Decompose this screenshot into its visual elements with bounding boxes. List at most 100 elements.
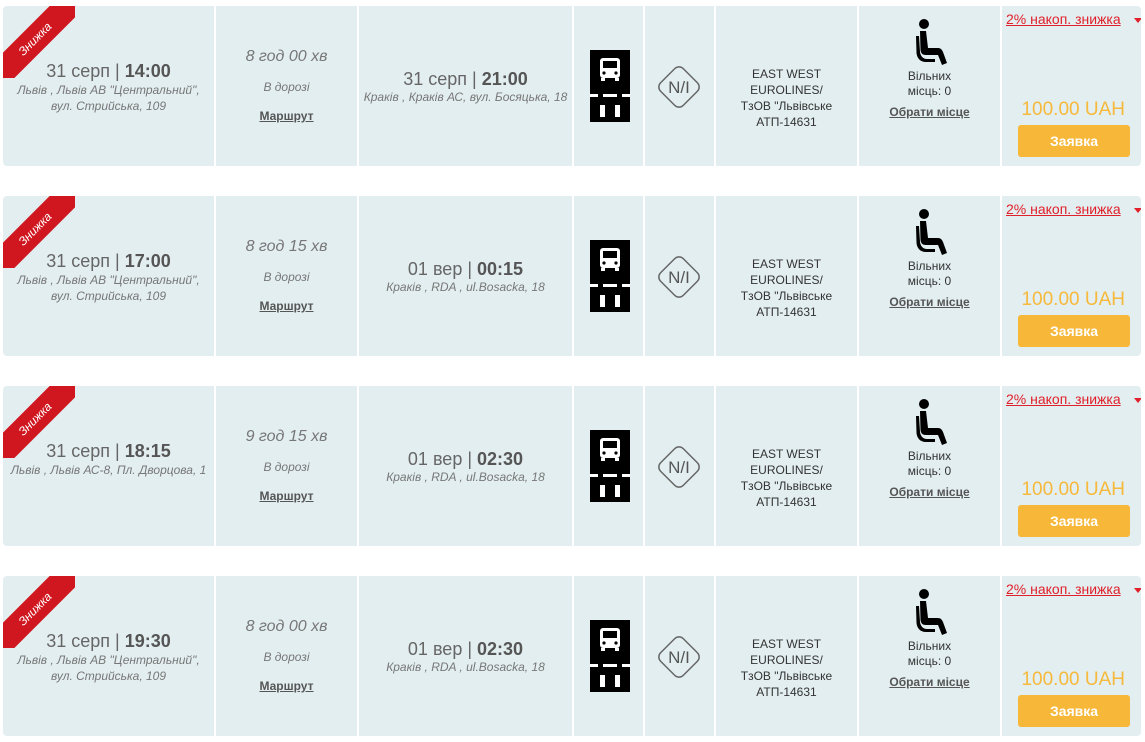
carrier-line: EAST WEST EUROLINES/ [750, 67, 823, 97]
in-transit-label: В дорозі [263, 270, 310, 284]
price: 100.00 UAH [1021, 479, 1125, 500]
departure-time: 17:00 [124, 251, 171, 271]
choose-seat-link[interactable]: Обрати місце [859, 675, 1000, 689]
departure-address: Львів , Львів АС-8, Пл. Дворцова, 1 [10, 463, 207, 477]
choose-seat-link[interactable]: Обрати місце [859, 295, 1000, 309]
seated-person-icon [915, 209, 947, 255]
arrival-date: 01 вер [407, 639, 463, 659]
arrival-datetime: 01 вер | 02:30 [407, 449, 524, 469]
cell-bus [574, 196, 643, 356]
route-link[interactable]: Маршрут [216, 109, 357, 123]
in-transit-label: В дорозі [263, 80, 310, 94]
cell-ni: N/I [645, 576, 714, 736]
trip-duration: 8 год 00 хв [245, 618, 328, 635]
arrival-time: 02:30 [477, 449, 524, 469]
cell-seat: Вільних місць: 0 Обрати місце [859, 386, 1000, 546]
cell-arr: 01 вер | 00:15 Краків , RDA , ul.Bosacka,… [359, 196, 572, 356]
caret-down-icon[interactable] [1134, 18, 1141, 23]
discount-dropdown[interactable]: 2% накоп. знижка [1006, 581, 1121, 597]
departure-time: 19:30 [124, 631, 171, 651]
order-button[interactable]: Заявка [1018, 315, 1130, 347]
arrival-time: 21:00 [481, 69, 528, 89]
cell-dep: Знижка 31 серп | 18:15 Львів , Львів АС-8,… [3, 386, 214, 546]
cell-dep: Знижка 31 серп | 19:30 Львів , Львів АВ "Ц… [3, 576, 214, 736]
trip-row: Знижка 31 серп | 14:00 Львів , Львів АВ "Ц… [3, 6, 1141, 166]
departure-date: 31 серп [46, 61, 111, 81]
arrival-address: Краків , Краків АС, вул. Босяцька, 18 [363, 90, 568, 104]
choose-seat-link[interactable]: Обрати місце [859, 105, 1000, 119]
caret-down-icon[interactable] [1134, 398, 1141, 403]
trip-row: Знижка 31 серп | 19:30 Львів , Львів АВ "Ц… [3, 576, 1141, 736]
cell-car: EAST WEST EUROLINES/ТзОВ "Львівське АТП-1… [716, 6, 857, 166]
cell-arr: 31 серп | 21:00 Краків , Краків АС, вул. … [359, 6, 572, 166]
trip-duration: 8 год 00 хв [245, 48, 328, 65]
choose-seat-link[interactable]: Обрати місце [859, 485, 1000, 499]
discount-dropdown[interactable]: 2% накоп. знижка [1006, 201, 1121, 217]
seated-person-icon [915, 19, 947, 65]
free-seats-value: місць: 0 [907, 654, 952, 668]
ni-diamond-icon: N/I [658, 446, 700, 488]
order-button[interactable]: Заявка [1018, 695, 1130, 727]
cell-bus [574, 6, 643, 166]
caret-down-icon[interactable] [1134, 588, 1141, 593]
cell-seat: Вільних місць: 0 Обрати місце [859, 576, 1000, 736]
caret-down-icon[interactable] [1134, 208, 1141, 213]
free-seats-label: Вільних [907, 639, 952, 653]
order-button[interactable]: Заявка [1018, 125, 1130, 157]
carrier-line: ТзОВ "Львівське [740, 289, 833, 303]
departure-date: 31 серп [46, 441, 111, 461]
carrier-line: АТП-14631 [756, 495, 817, 509]
departure-datetime: 31 серп | 17:00 [46, 251, 171, 271]
ni-label: N/I [668, 268, 690, 287]
order-button[interactable]: Заявка [1018, 505, 1130, 537]
arrival-address: Краків , RDA , ul.Bosacka, 18 [386, 470, 545, 484]
cell-price: 2% накоп. знижка 100.00 UAH Заявка [1002, 386, 1141, 546]
bus-road-icon [590, 50, 630, 122]
arrival-address: Краків , RDA , ul.Bosacka, 18 [386, 280, 545, 294]
departure-address: Львів , Львів АВ "Центральний", вул. Стр… [17, 273, 200, 303]
free-seats-value: місць: 0 [907, 274, 952, 288]
arrival-datetime: 01 вер | 02:30 [407, 639, 524, 659]
carrier-line: АТП-14631 [756, 305, 817, 319]
ni-label: N/I [668, 458, 690, 477]
route-link[interactable]: Маршрут [216, 679, 357, 693]
cell-car: EAST WEST EUROLINES/ТзОВ "Львівське АТП-1… [716, 386, 857, 546]
trip-duration: 8 год 15 хв [245, 238, 328, 255]
route-link[interactable]: Маршрут [216, 489, 357, 503]
cell-seat: Вільних місць: 0 Обрати місце [859, 6, 1000, 166]
trip-results-list: Знижка 31 серп | 14:00 Львів , Львів АВ "Ц… [0, 0, 1145, 742]
cell-ni: N/I [645, 6, 714, 166]
price: 100.00 UAH [1021, 669, 1125, 690]
bus-road-icon [590, 430, 630, 502]
trip-duration: 9 год 15 хв [245, 428, 328, 445]
cell-bus [574, 386, 643, 546]
discount-dropdown[interactable]: 2% накоп. знижка [1006, 391, 1121, 407]
discount-dropdown[interactable]: 2% накоп. знижка [1006, 11, 1121, 27]
carrier-name: EAST WEST EUROLINES/ТзОВ "Львівське АТП-1… [718, 636, 855, 700]
departure-address: Львів , Львів АВ "Центральний", вул. Стр… [17, 653, 200, 683]
route-link[interactable]: Маршрут [216, 299, 357, 313]
carrier-line: АТП-14631 [756, 685, 817, 699]
cell-price: 2% накоп. знижка 100.00 UAH Заявка [1002, 6, 1141, 166]
departure-date: 31 серп [46, 251, 111, 271]
seated-person-icon [915, 399, 947, 445]
ni-diamond-icon: N/I [658, 256, 700, 298]
cell-seat: Вільних місць: 0 Обрати місце [859, 196, 1000, 356]
arrival-datetime: 01 вер | 00:15 [407, 259, 524, 279]
arrival-time: 00:15 [477, 259, 524, 279]
price: 100.00 UAH [1021, 289, 1125, 310]
free-seats-label: Вільних [907, 259, 952, 273]
carrier-line: EAST WEST EUROLINES/ [750, 637, 823, 667]
cell-price: 2% накоп. знижка 100.00 UAH Заявка [1002, 196, 1141, 356]
carrier-name: EAST WEST EUROLINES/ТзОВ "Львівське АТП-1… [718, 66, 855, 130]
arrival-date: 31 серп [403, 69, 468, 89]
departure-time: 18:15 [124, 441, 171, 461]
departure-datetime: 31 серп | 14:00 [46, 61, 171, 81]
trip-row: Знижка 31 серп | 18:15 Львів , Львів АС-8,… [3, 386, 1141, 546]
trip-row: Знижка 31 серп | 17:00 Львів , Львів АВ "Ц… [3, 196, 1141, 356]
cell-ni: N/I [645, 196, 714, 356]
arrival-address: Краків , RDA , ul.Bosacka, 18 [386, 660, 545, 674]
cell-arr: 01 вер | 02:30 Краків , RDA , ul.Bosacka,… [359, 386, 572, 546]
cell-dur: 8 год 15 хв В дорозі Маршрут [216, 196, 357, 356]
ni-diamond-icon: N/I [658, 66, 700, 108]
